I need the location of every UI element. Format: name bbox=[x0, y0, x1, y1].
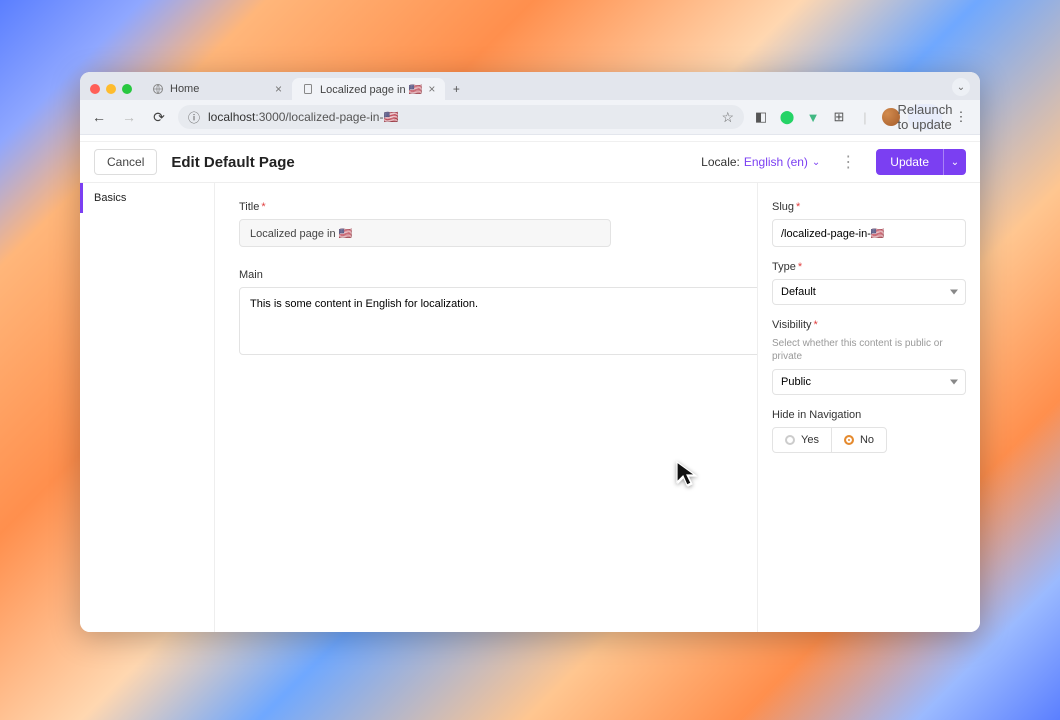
main-textarea[interactable]: This is some content in English for loca… bbox=[239, 287, 757, 355]
extensions-menu-icon[interactable]: ⊞ bbox=[830, 108, 848, 126]
visibility-label: Visibility* bbox=[772, 319, 966, 331]
hide-nav-no[interactable]: No bbox=[832, 428, 886, 452]
slug-field: Slug* bbox=[772, 201, 966, 247]
app: Cancel Edit Default Page Locale: English… bbox=[80, 135, 980, 632]
title-label: Title* bbox=[239, 201, 733, 213]
slug-input[interactable] bbox=[772, 219, 966, 247]
update-button[interactable]: Update bbox=[876, 149, 943, 175]
url-port: :3000 bbox=[255, 110, 285, 124]
visibility-select[interactable]: Public bbox=[772, 369, 966, 395]
tab-label: Localized page in 🇺🇸 bbox=[320, 83, 422, 96]
locale-selector[interactable]: Locale: English (en) ⌄ bbox=[701, 155, 820, 169]
main-area: Title* Main This is some content in Engl… bbox=[215, 183, 757, 632]
hide-nav-label: Hide in Navigation bbox=[772, 409, 966, 421]
extension-icon[interactable]: ⬤ bbox=[778, 108, 796, 126]
main-label: Main bbox=[239, 269, 733, 281]
type-select[interactable]: Default bbox=[772, 279, 966, 305]
locale-value: English (en) bbox=[744, 155, 808, 169]
type-field: Type* Default bbox=[772, 261, 966, 305]
page-title: Edit Default Page bbox=[171, 154, 294, 171]
locale-label: Locale: bbox=[701, 155, 740, 169]
more-menu-icon[interactable]: ⋮ bbox=[834, 152, 862, 172]
tab-overflow-icon[interactable]: ⌄ bbox=[952, 78, 970, 96]
update-dropdown[interactable]: ⌄ bbox=[943, 149, 966, 175]
browser-window: Home × Localized page in 🇺🇸 × + ⌄ ← → ⟳ … bbox=[80, 72, 980, 632]
update-split-button: Update ⌄ bbox=[876, 149, 966, 175]
visibility-field: Visibility* Select whether this content … bbox=[772, 319, 966, 395]
browser-menu-icon[interactable]: ⋮ bbox=[950, 108, 972, 126]
hide-nav-group: Yes No bbox=[772, 427, 887, 453]
tab-label: Home bbox=[170, 83, 199, 95]
aside-panel: Slug* Type* Default Vis bbox=[757, 183, 980, 632]
side-tabs: Basics bbox=[80, 183, 215, 632]
back-button[interactable]: ← bbox=[88, 106, 110, 128]
globe-icon bbox=[152, 83, 164, 95]
window-controls bbox=[80, 76, 142, 100]
close-window-icon[interactable] bbox=[90, 84, 100, 94]
minimize-window-icon[interactable] bbox=[106, 84, 116, 94]
hide-nav-field: Hide in Navigation Yes No bbox=[772, 409, 966, 453]
slug-label: Slug* bbox=[772, 201, 966, 213]
title-input[interactable] bbox=[239, 219, 611, 247]
radio-icon bbox=[785, 435, 795, 445]
url-host: localhost bbox=[208, 110, 255, 124]
reload-button[interactable]: ⟳ bbox=[148, 106, 170, 128]
cancel-button[interactable]: Cancel bbox=[94, 149, 157, 175]
url-path: /localized-page-in-🇺🇸 bbox=[285, 110, 398, 124]
new-tab-button[interactable]: + bbox=[445, 78, 467, 100]
tab-strip: Home × Localized page in 🇺🇸 × + ⌄ bbox=[80, 72, 980, 100]
sidebar-item-basics[interactable]: Basics bbox=[80, 183, 214, 213]
extension-icon[interactable]: ▼ bbox=[804, 108, 822, 126]
close-tab-icon[interactable]: × bbox=[275, 83, 282, 95]
app-header: Cancel Edit Default Page Locale: English… bbox=[80, 142, 980, 183]
page-icon bbox=[302, 83, 314, 95]
chevron-down-icon: ⌄ bbox=[812, 157, 820, 168]
maximize-window-icon[interactable] bbox=[122, 84, 132, 94]
extension-icon[interactable]: ◧ bbox=[752, 108, 770, 126]
forward-button[interactable]: → bbox=[118, 106, 140, 128]
radio-icon bbox=[844, 435, 854, 445]
hide-nav-yes[interactable]: Yes bbox=[773, 428, 832, 452]
site-info-icon[interactable]: ⓘ bbox=[188, 109, 200, 126]
app-body: Basics Title* Main This is some content … bbox=[80, 183, 980, 632]
divider: | bbox=[856, 108, 874, 126]
app-topstrip bbox=[80, 135, 980, 142]
type-label: Type* bbox=[772, 261, 966, 273]
extensions: ◧ ⬤ ▼ ⊞ | Relaunch to update ⋮ bbox=[752, 104, 972, 130]
browser-tab[interactable]: Home × bbox=[142, 78, 292, 100]
bookmark-star-icon[interactable]: ☆ bbox=[721, 109, 734, 126]
sidebar-item-label: Basics bbox=[94, 192, 126, 204]
browser-toolbar: ← → ⟳ ⓘ localhost:3000/localized-page-in… bbox=[80, 100, 980, 135]
address-bar[interactable]: ⓘ localhost:3000/localized-page-in-🇺🇸 ☆ bbox=[178, 105, 744, 129]
relaunch-button[interactable]: Relaunch to update bbox=[908, 104, 942, 130]
close-tab-icon[interactable]: × bbox=[428, 83, 435, 95]
visibility-help: Select whether this content is public or… bbox=[772, 337, 966, 363]
browser-tab[interactable]: Localized page in 🇺🇸 × bbox=[292, 78, 445, 100]
